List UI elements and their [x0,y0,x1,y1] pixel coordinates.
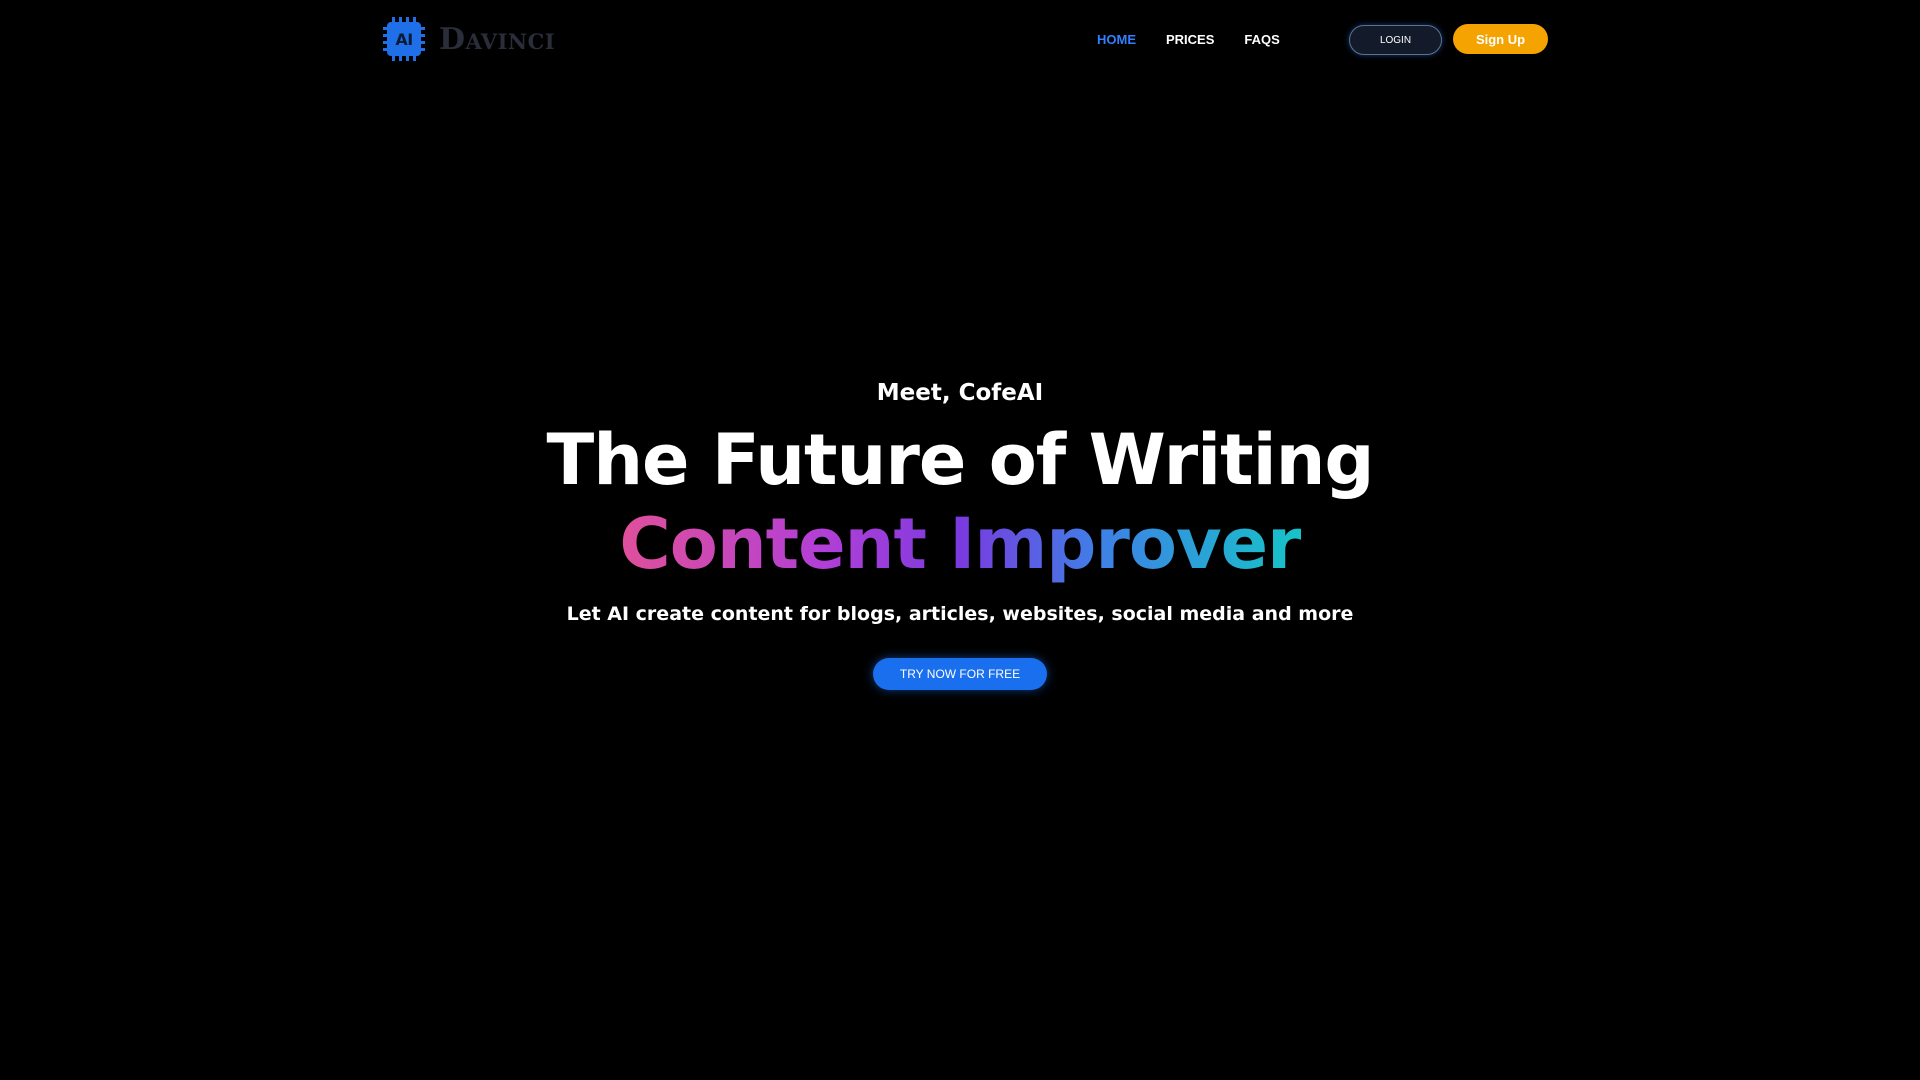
nav-prices-link[interactable]: PRICES [1166,31,1214,49]
hero-subtitle: Let AI create content for blogs, article… [566,603,1354,625]
hero-eyebrow: Meet, CofeAI [876,380,1044,406]
hero-gradient-heading: Content Improver [619,503,1301,585]
logo-wordmark: Davinci [439,21,556,57]
hero-title: The Future of Writing [546,419,1374,501]
landing-page: AI Davinci HOME PRICES FAQS LOGIN Sign U… [0,0,1920,1080]
nav-home-link[interactable]: HOME [1097,31,1136,49]
nav-faqs-link[interactable]: FAQS [1244,31,1279,49]
site-logo[interactable]: AI Davinci [383,17,555,61]
try-now-button[interactable]: TRY NOW FOR FREE [873,658,1047,690]
signup-button[interactable]: Sign Up [1453,24,1548,54]
main-nav: HOME PRICES FAQS [1097,31,1280,49]
hero-section: Meet, CofeAI The Future of Writing Conte… [0,370,1920,690]
ai-chip-icon: AI [383,17,425,61]
site-header: AI Davinci HOME PRICES FAQS LOGIN Sign U… [0,0,1920,80]
chip-label: AI [387,22,421,56]
login-button[interactable]: LOGIN [1349,25,1442,55]
